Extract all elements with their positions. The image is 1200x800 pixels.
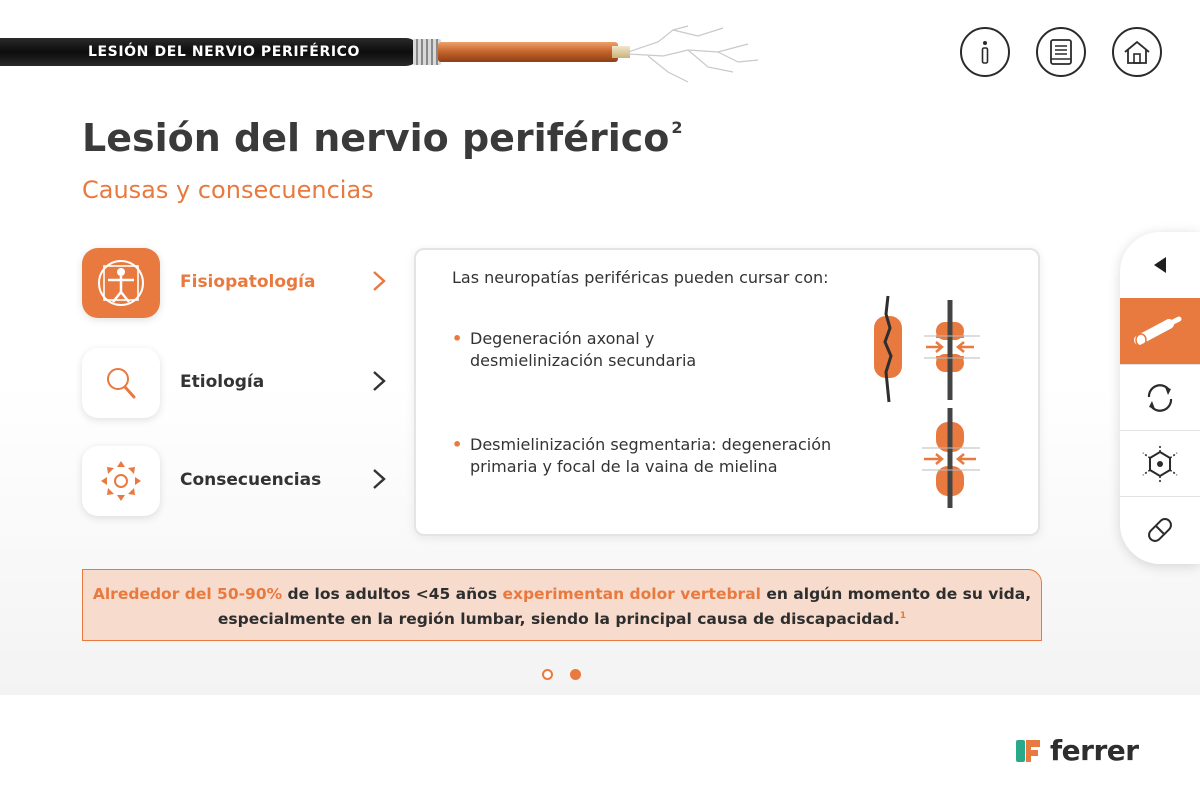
- home-icon: [1124, 40, 1150, 64]
- banner-line-2: especialmente en la región lumbar, siend…: [83, 605, 1041, 630]
- section-label: LESIÓN DEL NERVIO PERIFÉRICO: [88, 44, 361, 60]
- brand-name: ferrer: [1050, 734, 1139, 767]
- menu-item-etiologia[interactable]: Etiología: [82, 348, 402, 420]
- page-subtitle: Causas y consecuencias: [82, 176, 374, 204]
- bullet-line: Desmielinización segmentaria: degeneraci…: [470, 435, 832, 454]
- page-title: Lesión del nervio periférico 2: [82, 116, 683, 160]
- chevron-right-icon: [373, 371, 386, 391]
- banner-highlight: experimentan dolor vertebral: [502, 585, 761, 603]
- banner-text: especialmente en la región lumbar, siend…: [217, 610, 900, 629]
- banner-line-1: Alrededor del 50-90% de los adultos <45 …: [83, 583, 1041, 605]
- rail-item-nerve[interactable]: [1120, 298, 1200, 364]
- chevron-right-icon: [373, 469, 386, 489]
- statistic-banner: Alrededor del 50-90% de los adultos <45 …: [82, 569, 1042, 641]
- home-button[interactable]: [1112, 27, 1162, 77]
- menu-icon-box: [82, 348, 160, 418]
- pill-icon: [1148, 517, 1172, 542]
- menu-icon-box: [82, 248, 160, 318]
- card-intro: Las neuropatías periféricas pueden cursa…: [452, 268, 829, 287]
- chevron-right-icon: [373, 271, 386, 291]
- ferrer-logo: ferrer: [1014, 734, 1139, 767]
- bullet-dot: •: [452, 435, 463, 454]
- banner-text: en algún momento de su vida,: [760, 585, 1032, 603]
- banner-highlight: Alrededor del 50-90%: [92, 585, 283, 603]
- menu-item-consecuencias[interactable]: Consecuencias: [82, 446, 402, 518]
- bullet-line: desmielinización secundaria: [470, 351, 697, 370]
- side-rail: [1120, 232, 1200, 564]
- page-dot-1[interactable]: [542, 669, 553, 680]
- page-dot-2[interactable]: [570, 669, 581, 680]
- molecule-icon: [1142, 445, 1178, 482]
- rail-item-molecule[interactable]: [1120, 430, 1200, 496]
- cycle-arrows-icon: [1147, 383, 1173, 412]
- radiating-arrows-icon: [101, 461, 141, 501]
- menu-item-fisiopatologia[interactable]: Fisiopatología: [82, 248, 402, 320]
- title-reference: 2: [671, 118, 683, 137]
- content-card: Las neuropatías periféricas pueden cursa…: [414, 248, 1040, 536]
- info-button[interactable]: [960, 27, 1010, 77]
- info-icon: [981, 41, 989, 64]
- segmental-demyelination-icon: [922, 408, 980, 508]
- bullet-line: primaria y focal de la vaina de mielina: [470, 457, 778, 476]
- vitruvian-man-icon: [98, 260, 144, 306]
- cable-braid: [413, 39, 441, 65]
- bullet-item: • Desmielinización segmentaria: degenera…: [452, 434, 831, 478]
- bullet-dot: •: [452, 329, 463, 348]
- cable-copper: [438, 42, 618, 62]
- book-icon: [1050, 39, 1072, 65]
- rail-item-pill[interactable]: [1120, 496, 1200, 562]
- rail-collapse-button[interactable]: [1120, 232, 1200, 298]
- menu-icon-box: [82, 446, 160, 516]
- references-button[interactable]: [1036, 27, 1086, 77]
- menu-label: Fisiopatología: [180, 272, 316, 292]
- nerve-cable-icon: [1134, 316, 1182, 347]
- cable-spark-icon: [628, 25, 759, 83]
- banner-reference: 1: [899, 611, 907, 621]
- page-title-text: Lesión del nervio periférico: [82, 116, 670, 160]
- ferrer-logo-icon: [1016, 739, 1040, 762]
- rail-item-cycle[interactable]: [1120, 364, 1200, 430]
- menu-label: Etiología: [180, 372, 265, 392]
- collapse-triangle-icon: [1154, 257, 1166, 273]
- bullet-line: Degeneración axonal y: [470, 329, 655, 348]
- axonal-degeneration-icon: [874, 295, 980, 403]
- banner-text: de los adultos <45 años: [282, 585, 503, 603]
- bullet-item: • Degeneración axonal y desmielinización…: [452, 328, 696, 372]
- menu-label: Consecuencias: [180, 470, 322, 490]
- magnifier-icon: [107, 368, 136, 399]
